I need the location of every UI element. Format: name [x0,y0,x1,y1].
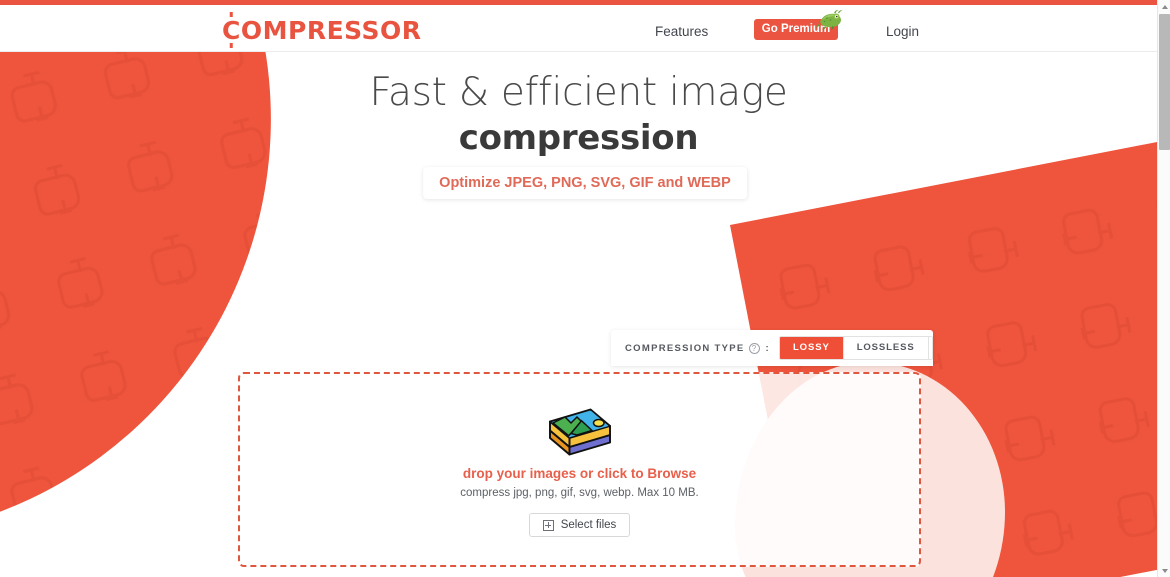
vertical-scrollbar[interactable] [1157,0,1170,577]
scroll-up-arrow-icon[interactable] [1158,0,1170,13]
scroll-down-arrow-icon[interactable] [1158,564,1170,577]
scrollbar-thumb[interactable] [1159,14,1170,150]
plus-box-icon [542,519,554,531]
photo-image-icon [548,408,611,456]
logo-text: OMPRESSOR [240,16,422,45]
compression-type-options: LOSSY LOSSLESS CUSTOM [778,336,933,360]
compression-option-lossy[interactable]: LOSSY [779,337,844,359]
dropzone-title: drop your images or click to Browse [462,466,697,481]
compression-type-label-group: COMPRESSION TYPE ? : [625,342,770,354]
select-files-button[interactable]: Select files [528,513,631,537]
question-mark-icon[interactable]: ? [748,342,760,354]
top-accent-bar [0,0,1157,5]
logo-clamp-c: C [222,16,241,45]
nav-item-login[interactable]: Login [886,24,919,39]
compression-option-lossless[interactable]: LOSSLESS [843,337,929,359]
page-root: COMPRESSOR Features Go Premium Login Fas… [0,0,1170,577]
dropzone-subtitle: compress jpg, png, gif, svg, webp. Max 1… [460,487,699,499]
go-premium-button[interactable]: Go Premium [754,19,838,40]
compression-type-colon: : [765,342,770,354]
nav-item-features[interactable]: Features [655,24,708,39]
compression-option-custom[interactable]: CUSTOM [928,337,932,359]
select-files-label: Select files [560,519,617,531]
supported-formats-badge: Optimize JPEG, PNG, SVG, GIF and WEBP [423,167,747,199]
file-dropzone[interactable]: drop your images or click to Browse comp… [238,372,921,567]
site-header: COMPRESSOR Features Go Premium Login [0,5,1157,52]
site-logo[interactable]: COMPRESSOR [222,16,422,45]
compression-type-label: COMPRESSION TYPE [625,342,745,354]
dropzone-content: drop your images or click to Browse comp… [240,396,919,537]
go-premium-wrapper: Go Premium [754,9,843,40]
compression-type-bar: COMPRESSION TYPE ? : LOSSY LOSSLESS CUST… [611,330,933,366]
